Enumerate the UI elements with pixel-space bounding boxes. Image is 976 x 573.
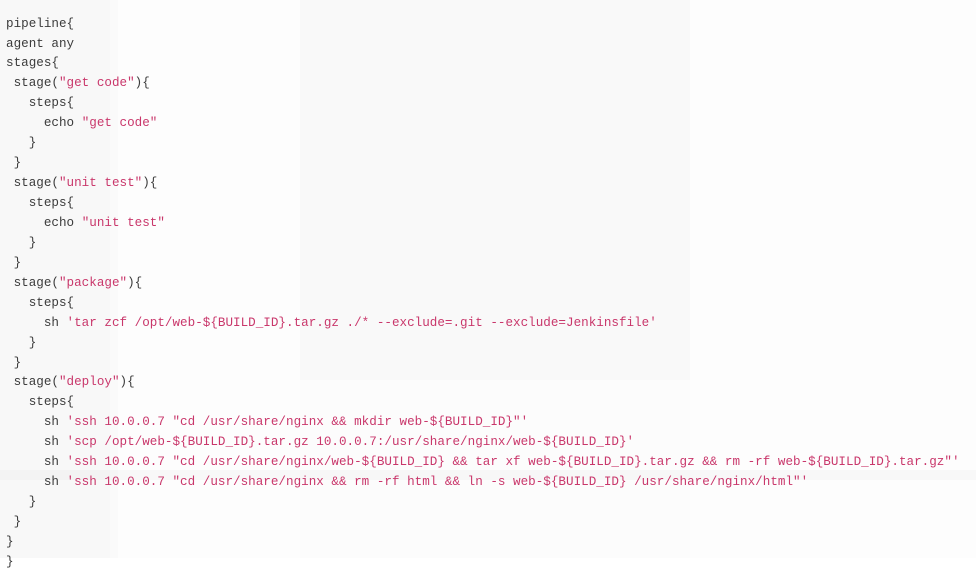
code-token: } [28, 495, 37, 510]
code-token: steps{ [28, 395, 75, 410]
code-line: } [6, 134, 976, 154]
code-line: sh 'ssh 10.0.0.7 "cd /usr/share/nginx &&… [6, 473, 976, 493]
code-token: } [6, 554, 14, 569]
code-line: steps{ [6, 393, 976, 413]
code-line: stage("get code"){ [6, 74, 976, 94]
code-line: stage("unit test"){ [6, 174, 976, 194]
code-viewer[interactable]: pipeline{agent any stages{ stage("get cod… [0, 0, 976, 569]
code-token: } [13, 255, 22, 270]
code-token: } [28, 335, 37, 350]
string-token: "unit test" [58, 176, 143, 191]
code-token: } [13, 355, 22, 370]
code-token: sh [43, 415, 67, 430]
string-token: 'ssh 10.0.0.7 "cd /usr/share/nginx/web-$… [66, 455, 960, 470]
code-token: echo [43, 116, 82, 131]
code-token: stage( [13, 375, 59, 390]
code-token: echo [43, 215, 82, 230]
code-line: } [6, 234, 976, 254]
code-line: stage("deploy"){ [6, 373, 976, 393]
code-line: } [6, 553, 976, 573]
code-token: stages{ [6, 56, 59, 71]
code-token: pipeline{ [6, 16, 75, 31]
string-token: "get code" [58, 76, 135, 91]
code-line: stage("package"){ [6, 274, 976, 294]
code-token: ){ [134, 76, 150, 91]
code-token: ){ [119, 375, 135, 390]
code-line: } [6, 154, 976, 174]
code-token: steps{ [28, 196, 75, 211]
string-token: "unit test" [81, 215, 165, 230]
code-token: } [13, 156, 22, 171]
code-token: ){ [142, 176, 158, 191]
code-line: } [6, 513, 976, 533]
code-token: stage( [13, 275, 59, 290]
code-line: stages{ [6, 54, 976, 74]
code-line: steps{ [6, 194, 976, 214]
code-line: sh 'tar zcf /opt/web-${BUILD_ID}.tar.gz … [6, 314, 976, 334]
code-line: pipeline{ [6, 15, 976, 35]
code-token: sh [43, 315, 67, 330]
code-line: } [6, 334, 976, 354]
code-token: } [6, 534, 14, 549]
code-token: steps{ [28, 295, 75, 310]
code-line: agent any [6, 35, 976, 55]
code-line: } [6, 533, 976, 553]
pipeline-source-code[interactable]: pipeline{agent any stages{ stage("get cod… [6, 15, 976, 573]
code-line: echo "unit test" [6, 214, 976, 234]
code-token: } [13, 515, 22, 530]
code-token: sh [43, 435, 67, 450]
code-token: stage( [13, 176, 59, 191]
string-token: "package" [58, 275, 128, 290]
code-token: ){ [127, 275, 143, 290]
string-token: 'scp /opt/web-${BUILD_ID}.tar.gz 10.0.0.… [66, 435, 635, 450]
string-token: 'tar zcf /opt/web-${BUILD_ID}.tar.gz ./*… [66, 315, 657, 330]
code-line: echo "get code" [6, 114, 976, 134]
string-token: 'ssh 10.0.0.7 "cd /usr/share/nginx && rm… [66, 475, 809, 490]
code-line: sh 'scp /opt/web-${BUILD_ID}.tar.gz 10.0… [6, 433, 976, 453]
code-line: } [6, 354, 976, 374]
code-token: steps{ [28, 96, 75, 111]
string-token: "get code" [81, 116, 158, 131]
code-token: sh [43, 455, 67, 470]
code-line: sh 'ssh 10.0.0.7 "cd /usr/share/nginx &&… [6, 413, 976, 433]
code-line: sh 'ssh 10.0.0.7 "cd /usr/share/nginx/we… [6, 453, 976, 473]
code-line: } [6, 254, 976, 274]
code-token: sh [43, 475, 67, 490]
code-line: } [6, 493, 976, 513]
code-line: steps{ [6, 94, 976, 114]
string-token: "deploy" [58, 375, 120, 390]
string-token: 'ssh 10.0.0.7 "cd /usr/share/nginx && mk… [66, 415, 529, 430]
code-token: agent any [6, 36, 75, 51]
code-token: } [28, 235, 37, 250]
code-line: steps{ [6, 294, 976, 314]
code-token: } [28, 136, 37, 151]
code-token: stage( [13, 76, 59, 91]
